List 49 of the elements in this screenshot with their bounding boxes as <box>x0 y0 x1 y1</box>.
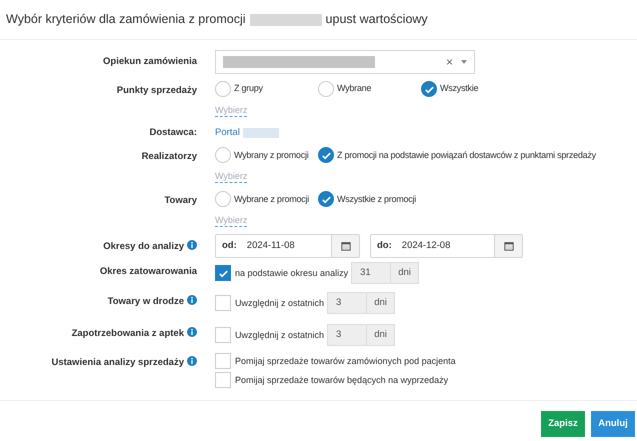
calendar-icon <box>340 241 350 252</box>
date-prefix: od: <box>222 239 237 254</box>
field-label: Zapotrzebowania z aptek <box>72 327 184 342</box>
checkbox-label: na podstawie okresu analizy <box>235 266 348 280</box>
checkbox[interactable] <box>215 353 231 370</box>
radio-button[interactable] <box>215 81 231 97</box>
radio-label: Wybrany z promocji <box>234 148 308 162</box>
radio-button[interactable] <box>318 191 334 208</box>
select-field[interactable]: × <box>215 50 475 74</box>
field-label: Okresy do analizy <box>103 240 184 254</box>
calendar-icon <box>504 241 514 252</box>
radio-button[interactable] <box>318 147 334 164</box>
radio-button[interactable] <box>215 191 231 208</box>
clear-button[interactable]: × <box>446 53 453 71</box>
checkbox[interactable] <box>215 265 231 282</box>
radio-button[interactable] <box>421 81 437 97</box>
checkbox-label: Pomijaj sprzedaże towarów zamówionych pod pacjenta <box>235 354 456 368</box>
radio-label: Wszystkie <box>440 82 478 96</box>
dialog-title: Wybór kryteriów dla zamówienia z promocji <box>6 11 246 28</box>
dialog-title: upust wartościowy <box>326 11 428 28</box>
field-label: Opiekun zamówienia <box>103 55 197 69</box>
caret-icon[interactable] <box>461 60 467 64</box>
date-field[interactable]: 2024-11-08 <box>246 239 295 254</box>
field-label: Towary w drodze <box>108 295 184 310</box>
radio-button[interactable] <box>215 147 231 164</box>
radio-label: Wybrane z promocji <box>234 192 309 206</box>
radio-label: Z grupy <box>234 82 263 96</box>
checkbox-label: Uwzględnij z ostatnich <box>235 328 324 342</box>
cancel-button[interactable]: Anuluj <box>591 411 635 437</box>
checkbox[interactable] <box>215 372 231 388</box>
field-label: Punkty sprzedaży <box>116 84 197 98</box>
checkbox-label: Pomijaj sprzedaże towarów będących na wyprzedaży <box>235 374 448 387</box>
checkbox-label: Uwzględnij z ostatnich <box>235 296 324 310</box>
checkbox[interactable] <box>215 295 231 312</box>
date-prefix: do: <box>377 239 392 254</box>
field-label: Towary <box>164 194 197 208</box>
radio-label: Wybrane <box>337 82 372 96</box>
field-label: Realizatorzy <box>142 150 197 164</box>
field-label: Dostawca: <box>149 126 197 140</box>
field-label: Okres zatowarowania <box>100 265 197 280</box>
save-button[interactable]: Zapisz <box>541 411 585 437</box>
field-label: Ustawienia analizy sprzedaży <box>51 356 184 370</box>
radio-label: Wszystkie z promocji <box>337 192 416 206</box>
redacted-value <box>242 128 279 138</box>
supplier-link[interactable]: Portal <box>215 126 240 140</box>
checkbox[interactable] <box>215 327 231 344</box>
date-field[interactable]: 2024-12-08 <box>402 239 450 254</box>
radio-button[interactable] <box>318 81 334 97</box>
radio-label: Z promocji na podstawie powiązań dostawców z punktami sprzedaży <box>337 148 596 162</box>
